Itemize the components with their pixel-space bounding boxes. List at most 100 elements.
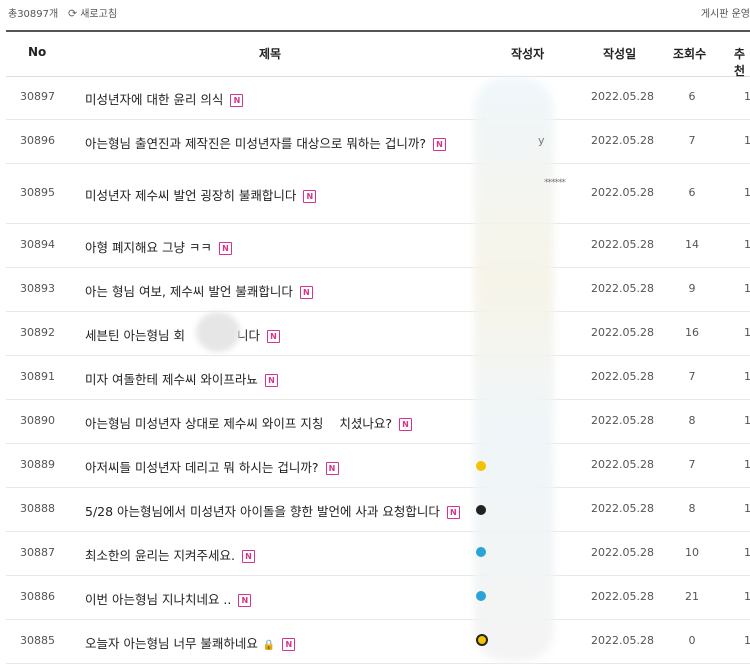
post-views: 16: [685, 326, 699, 339]
post-recommend: 1: [744, 590, 750, 603]
post-title-link[interactable]: 미성년자 제수씨 발언 굉장히 불쾌합니다 N: [85, 185, 317, 204]
new-badge-icon: N: [303, 190, 317, 203]
board-guide-link[interactable]: 게시판 운영: [701, 5, 750, 20]
post-title-link[interactable]: 최소한의 윤리는 지켜주세요. N: [85, 545, 255, 564]
post-number: 30891: [20, 370, 55, 383]
table-row[interactable]: 30886 이번 아는형님 지나치네요 .. N 2022.05.28 21 1: [6, 575, 750, 620]
post-views: 10: [685, 546, 699, 559]
post-views: 21: [685, 590, 699, 603]
new-badge-icon: N: [241, 550, 255, 563]
post-date: 2022.05.28: [591, 134, 654, 147]
table-row[interactable]: 30897 미성년자에 대한 윤리 의식 N 2022.05.28 6 1: [6, 75, 750, 120]
post-title-link[interactable]: 아는형님 출연진과 제작진은 미성년자를 대상으로 뭐하는 겁니까? N: [85, 133, 446, 152]
new-badge-icon: N: [299, 286, 313, 299]
post-date: 2022.05.28: [591, 326, 654, 339]
lock-icon: 🔒: [262, 640, 276, 651]
post-recommend: 1: [744, 326, 750, 339]
author-level-icon: [476, 591, 486, 601]
table-row[interactable]: 30895 미성년자 제수씨 발언 굉장히 불쾌합니다 N 2022.05.28 6 1: [6, 163, 750, 224]
new-badge-icon: N: [282, 638, 296, 651]
post-recommend: 1: [744, 414, 750, 427]
post-number: 30892: [20, 326, 55, 339]
post-views: 14: [685, 238, 699, 251]
table-row[interactable]: 30890 아는형님 미성년자 상대로 제수씨 와이프 지칭 치셨나요? N 2022.…: [6, 399, 750, 444]
post-recommend: 1: [744, 546, 750, 559]
table-row[interactable]: 30887 최소한의 윤리는 지켜주세요. N 2022.05.28 10 1: [6, 531, 750, 576]
table-row[interactable]: 30891 미자 여돌한테 제수씨 와이프라뇨 N 2022.05.28 7 1: [6, 355, 750, 400]
post-views: 9: [688, 282, 696, 295]
table-header: No 제목 작성자 작성일 조회수 추천: [6, 30, 750, 78]
post-title-link[interactable]: 아형 폐지해요 그냥 ㅋㅋ N: [85, 237, 232, 256]
header-author: 작성자: [511, 47, 545, 61]
new-badge-icon: N: [432, 138, 446, 151]
post-number: 30890: [20, 414, 55, 427]
post-views: 8: [688, 414, 696, 427]
author-column-blurred: [474, 78, 554, 661]
header-no: No: [28, 45, 47, 59]
post-title-link[interactable]: 아저씨들 미성년자 데리고 뭐 하시는 겁니까? N: [85, 457, 339, 476]
post-recommend: 1: [744, 134, 750, 147]
new-badge-icon: N: [264, 374, 278, 387]
table-row[interactable]: 30892 세븐틴 아는형님 회 니다 N 2022.05.28 16 1: [6, 311, 750, 356]
table-row[interactable]: 30894 아형 폐지해요 그냥 ㅋㅋ N 2022.05.28 14 1: [6, 223, 750, 268]
new-badge-icon: N: [238, 594, 252, 607]
post-title-link[interactable]: 오늘자 아는형님 너무 불쾌하네요 🔒 N: [85, 633, 296, 652]
post-views: 8: [688, 502, 696, 515]
post-number: 30886: [20, 590, 55, 603]
post-title-link[interactable]: 세븐틴 아는형님 회 니다 N: [85, 325, 280, 344]
post-recommend: 1: [744, 458, 750, 471]
table-row[interactable]: 30889 아저씨들 미성년자 데리고 뭐 하시는 겁니까? N 2022.05.28…: [6, 443, 750, 488]
post-date: 2022.05.28: [591, 90, 654, 103]
post-views: 7: [688, 370, 696, 383]
post-recommend: 1: [744, 502, 750, 515]
post-number: 30894: [20, 238, 55, 251]
post-recommend: 1: [744, 186, 750, 199]
post-title-link[interactable]: 미자 여돌한테 제수씨 와이프라뇨 N: [85, 369, 278, 388]
new-badge-icon: N: [399, 418, 413, 431]
refresh-button[interactable]: ⟳ 새로고침: [68, 5, 117, 20]
post-number: 30885: [20, 634, 55, 647]
table-row[interactable]: 30893 아는 형님 여보, 제수씨 발언 불쾌합니다 N 2022.05.28 9 1: [6, 267, 750, 312]
post-number: 30889: [20, 458, 55, 471]
post-title-link[interactable]: 미성년자에 대한 윤리 의식 N: [85, 89, 244, 108]
table-row[interactable]: 30888 5/28 아는형님에서 미성년자 아이돌을 향한 발언에 사과 요청합…: [6, 487, 750, 532]
post-recommend: 1: [744, 634, 750, 647]
post-views: 7: [688, 458, 696, 471]
redaction-blur: [196, 312, 240, 352]
header-date: 작성일: [603, 47, 637, 61]
post-number: 30888: [20, 502, 55, 515]
header-views: 조회수: [673, 47, 707, 61]
post-date: 2022.05.28: [591, 458, 654, 471]
post-number: 30887: [20, 546, 55, 559]
post-recommend: 1: [744, 282, 750, 295]
post-views: 6: [688, 186, 696, 199]
post-number: 30897: [20, 90, 55, 103]
top-bar: 총30897개 ⟳ 새로고침 게시판 운영: [0, 0, 750, 30]
new-badge-icon: N: [446, 506, 460, 519]
table-row[interactable]: 30885 오늘자 아는형님 너무 불쾌하네요 🔒 N 2022.05.28 0 1: [6, 619, 750, 664]
post-date: 2022.05.28: [591, 590, 654, 603]
post-recommend: 1: [744, 238, 750, 251]
header-title: 제목: [259, 47, 282, 61]
new-badge-icon: N: [325, 462, 339, 475]
post-title-link[interactable]: 5/28 아는형님에서 미성년자 아이돌을 향한 발언에 사과 요청합니다 N: [85, 501, 460, 520]
post-title-link[interactable]: 이번 아는형님 지나치네요 .. N: [85, 589, 252, 608]
post-title-link[interactable]: 아는 형님 여보, 제수씨 발언 불쾌합니다 N: [85, 281, 313, 300]
author-fragment: y: [538, 134, 545, 147]
post-number: 30895: [20, 186, 55, 199]
post-date: 2022.05.28: [591, 238, 654, 251]
post-views: 6: [688, 90, 696, 103]
new-badge-icon: N: [218, 242, 232, 255]
post-date: 2022.05.28: [591, 546, 654, 559]
table-row[interactable]: 30896 아는형님 출연진과 제작진은 미성년자를 대상으로 뭐하는 겁니까? N…: [6, 119, 750, 164]
post-recommend: 1: [744, 90, 750, 103]
post-date: 2022.05.28: [591, 414, 654, 427]
refresh-icon: ⟳: [68, 7, 78, 20]
author-level-icon: [476, 505, 486, 515]
post-title-link[interactable]: 아는형님 미성년자 상대로 제수씨 와이프 지칭 치셨나요? N: [85, 413, 413, 432]
header-recommend: 추천: [734, 47, 746, 78]
post-date: 2022.05.28: [591, 186, 654, 199]
new-badge-icon: N: [230, 94, 244, 107]
total-count: 총30897개: [8, 9, 59, 20]
post-date: 2022.05.28: [591, 282, 654, 295]
